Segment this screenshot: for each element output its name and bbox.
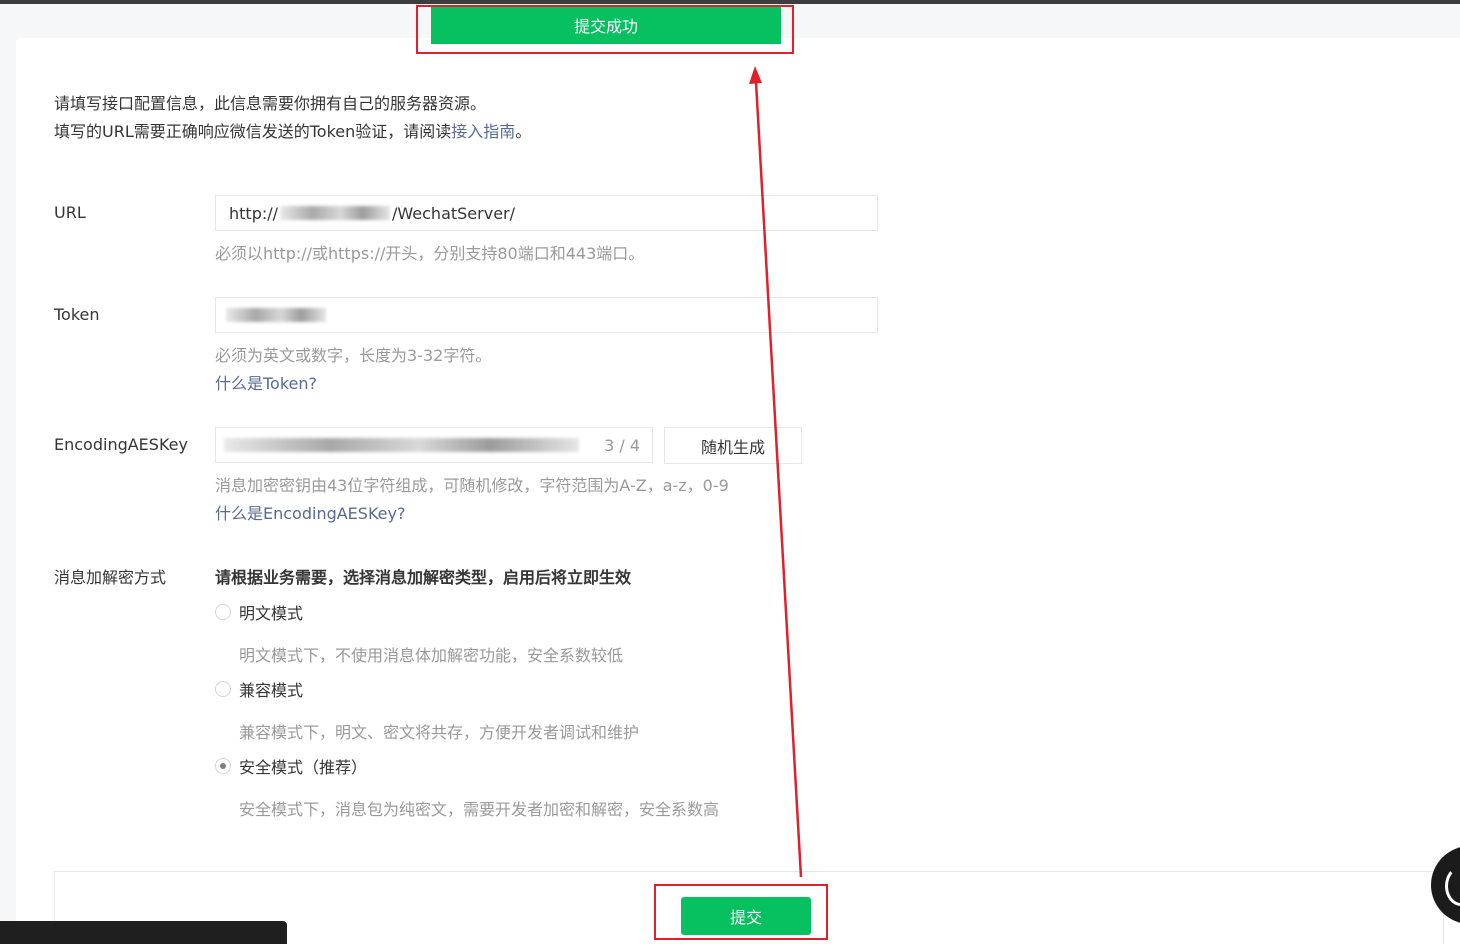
intro-line-2: 填写的URL需要正确响应微信发送的Token验证，请阅读接入指南。 xyxy=(54,118,531,146)
intro-text: 请填写接口配置信息，此信息需要你拥有自己的服务器资源。 填写的URL需要正确响应… xyxy=(54,90,531,146)
radio-label: 兼容模式 xyxy=(239,681,304,700)
radio-secure-mode[interactable]: 安全模式（推荐） xyxy=(215,754,367,778)
token-input[interactable] xyxy=(215,297,878,333)
radio-label: 明文模式 xyxy=(239,604,304,623)
url-label: URL xyxy=(54,203,86,222)
annotation-box-toast xyxy=(416,5,794,54)
aeskey-hint: 消息加密密钥由43位字符组成，可随机修改，字符范围为A-Z，a-z，0-9 xyxy=(215,476,729,495)
random-generate-button[interactable]: 随机生成 xyxy=(664,427,802,464)
url-value-suffix: /WechatServer/ xyxy=(392,203,516,223)
encryption-label: 消息加解密方式 xyxy=(54,568,167,587)
compatible-mode-desc: 兼容模式下，明文、密文将共存，方便开发者调试和维护 xyxy=(239,723,640,742)
access-guide-link[interactable]: 接入指南 xyxy=(451,122,515,141)
taskbar-fragment xyxy=(0,921,287,944)
intro-line-2-suffix: 。 xyxy=(515,122,532,141)
what-is-aeskey-link[interactable]: 什么是EncodingAESKey? xyxy=(215,500,405,524)
aeskey-redacted xyxy=(224,438,579,452)
aeskey-char-counter: 3 / 4 xyxy=(600,428,640,462)
radio-plaintext-mode[interactable]: 明文模式 xyxy=(215,600,303,624)
url-hint: 必须以http://或https://开头，分别支持80端口和443端口。 xyxy=(215,244,645,263)
radio-label: 安全模式（推荐） xyxy=(239,758,368,777)
window-top-bar xyxy=(0,0,1460,4)
token-redacted xyxy=(226,308,326,322)
what-is-token-link[interactable]: 什么是Token? xyxy=(215,370,317,394)
plaintext-mode-desc: 明文模式下，不使用消息体加解密功能，安全系数较低 xyxy=(239,646,624,665)
radio-button-checked[interactable] xyxy=(215,758,231,774)
url-redacted xyxy=(280,206,391,220)
radio-compatible-mode[interactable]: 兼容模式 xyxy=(215,677,303,701)
intro-line-1: 请填写接口配置信息，此信息需要你拥有自己的服务器资源。 xyxy=(54,94,487,113)
token-hint: 必须为英文或数字，长度为3-32字符。 xyxy=(215,346,492,365)
aeskey-input[interactable]: 3 / 4 xyxy=(215,427,653,463)
url-value-prefix: http:// xyxy=(229,203,279,223)
secure-mode-desc: 安全模式下，消息包为纯密文，需要开发者加密和解密，安全系数高 xyxy=(239,800,720,819)
annotation-box-submit xyxy=(654,884,828,940)
url-input[interactable]: http:// /WechatServer/ xyxy=(215,195,878,231)
token-label: Token xyxy=(54,305,100,324)
radio-button[interactable] xyxy=(215,681,231,697)
radio-button[interactable] xyxy=(215,604,231,620)
encryption-title: 请根据业务需要，选择消息加解密类型，启用后将立即生效 xyxy=(215,568,632,587)
aeskey-label: EncodingAESKey xyxy=(54,435,188,454)
intro-line-2-text: 填写的URL需要正确响应微信发送的Token验证，请阅读 xyxy=(54,122,452,141)
